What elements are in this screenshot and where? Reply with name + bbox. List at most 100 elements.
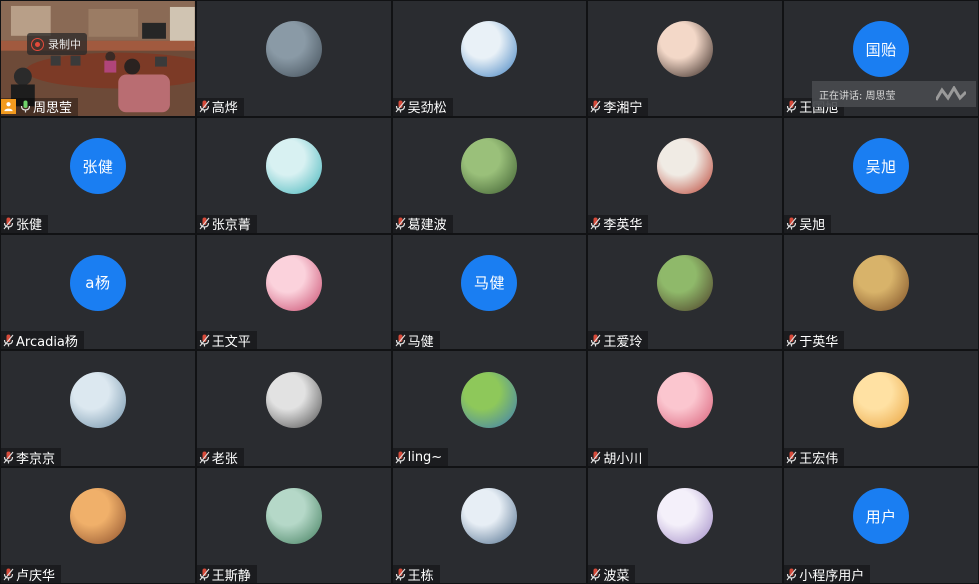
participant-tile[interactable]: 吴劲松 <box>392 1 587 116</box>
microphone-muted-icon <box>3 217 14 230</box>
recording-icon <box>31 37 44 51</box>
participant-tile[interactable]: a杨 Arcadia杨 <box>1 234 195 350</box>
garden-photo <box>461 138 518 194</box>
microphone-muted-icon <box>590 217 601 230</box>
participant-tile[interactable]: 于英华 <box>784 234 978 350</box>
microphone-muted-icon <box>199 217 210 230</box>
participant-tile[interactable]: 波菜 <box>588 468 783 583</box>
participant-name: 胡小川 <box>603 451 643 467</box>
participant-name: 李湘宁 <box>603 101 643 116</box>
participant-tile[interactable]: 胡小川 <box>588 351 783 467</box>
participant-namebar: ling~ <box>392 448 449 467</box>
participant-namebar: 王爱玲 <box>588 331 649 350</box>
autumn-hills-photo <box>69 488 126 545</box>
microphone-muted-icon <box>590 568 601 581</box>
participant-tile[interactable]: 卢庆华 <box>1 468 195 583</box>
elder-portrait-photo <box>265 371 322 428</box>
participant-namebar: 卢庆华 <box>1 565 62 584</box>
bamboo-photo <box>265 488 322 545</box>
portrait-photo <box>657 21 714 78</box>
participant-tile[interactable]: 马健 马健 <box>392 234 587 350</box>
participant-namebar: 吴劲松 <box>392 97 453 116</box>
participant-tile[interactable]: 王斯静 <box>196 468 391 583</box>
avatar-initials: 马健 <box>461 254 518 311</box>
microphone-muted-icon <box>199 334 210 347</box>
participant-tile[interactable]: 张健 张健 <box>1 117 195 233</box>
flower-photo <box>265 138 322 194</box>
rose-photo <box>657 371 714 428</box>
participant-name: 王栋 <box>407 568 434 584</box>
participant-tile[interactable]: 李湘宁 <box>588 1 783 116</box>
participant-namebar: 马健 <box>392 331 440 350</box>
microphone-muted-icon <box>590 334 601 347</box>
participant-namebar: 胡小川 <box>588 448 649 467</box>
cat-photo <box>853 254 910 311</box>
audio-wave-icon <box>936 86 966 101</box>
recording-label: 录制中 <box>48 38 81 51</box>
avatar-initials: a杨 <box>69 254 126 311</box>
microphone-muted-icon <box>590 100 601 113</box>
avatar-initials: 吴旭 <box>853 138 910 194</box>
participant-tile[interactable]: 用户 小程序用户 <box>784 468 978 583</box>
participant-name: 小程序用户 <box>799 568 865 584</box>
participant-tile[interactable]: 老张 <box>196 351 391 467</box>
participant-namebar: 葛建波 <box>392 214 453 233</box>
microphone-muted-icon <box>199 451 210 464</box>
participant-name: 王文平 <box>211 334 251 350</box>
participant-name: 马健 <box>407 334 434 350</box>
recording-badge: 录制中 <box>27 33 87 55</box>
microphone-muted-icon <box>395 217 406 230</box>
participant-name: 张健 <box>16 218 43 233</box>
participant-tile[interactable]: 王栋 <box>392 468 587 584</box>
participant-namebar: Arcadia杨 <box>1 331 84 350</box>
participant-tile[interactable]: 王爱玲 <box>588 234 783 350</box>
microphone-muted-icon <box>3 451 14 464</box>
participant-namebar: 李湘宁 <box>588 97 649 116</box>
participant-tile[interactable]: 吴旭 吴旭 <box>784 117 978 233</box>
participant-namebar: 老张 <box>196 448 244 467</box>
cartoon-house-photo <box>461 371 518 428</box>
participant-name: 于英华 <box>799 334 839 350</box>
participant-namebar: 王宏伟 <box>784 448 845 467</box>
participant-name: 周思莹 <box>33 101 73 116</box>
tree-photo <box>657 254 714 311</box>
participant-tile[interactable]: 高烨 <box>196 1 391 116</box>
participant-namebar: 波菜 <box>588 565 636 583</box>
participant-tile[interactable]: 李英华 <box>588 117 783 233</box>
participant-name: Arcadia杨 <box>16 334 78 350</box>
participant-name: 葛建波 <box>407 218 447 233</box>
participant-name: 吴劲松 <box>407 101 447 116</box>
snow-mountain-photo <box>461 488 518 545</box>
kitten-photo <box>853 371 910 428</box>
participant-name: 李英华 <box>603 218 643 233</box>
participant-name: 高烨 <box>211 101 238 116</box>
microphone-muted-icon <box>786 217 797 230</box>
microphone-muted-icon <box>395 100 406 113</box>
participant-namebar: 周思莹 <box>1 97 79 116</box>
toys-photo <box>657 138 714 194</box>
participant-namebar: 王栋 <box>392 565 440 584</box>
speaking-indicator: 正在讲话: 周思莹 <box>812 81 976 107</box>
avatar-initials: 国贻 <box>853 21 910 78</box>
host-icon <box>1 99 16 115</box>
blossom-photo <box>265 254 322 311</box>
microphone-muted-icon <box>3 334 14 347</box>
participant-tile-video[interactable]: 录制中 周思莹 <box>1 1 195 116</box>
participant-name: 张京菁 <box>211 218 251 233</box>
participant-tile[interactable]: 王宏伟 <box>784 351 978 467</box>
microphone-muted-icon <box>395 334 406 347</box>
participant-tile[interactable]: 葛建波 <box>392 117 587 233</box>
microphone-muted-icon <box>395 568 406 581</box>
participant-name: 王宏伟 <box>799 451 839 467</box>
microphone-muted-icon <box>395 451 406 464</box>
avatar-initials: 张健 <box>69 138 126 194</box>
foggy-figure-photo <box>265 21 322 78</box>
participant-tile[interactable]: 王文平 <box>196 234 391 350</box>
participant-name: 吴旭 <box>799 218 826 233</box>
participant-namebar: 王斯静 <box>196 565 257 583</box>
participant-tile[interactable]: 张京菁 <box>196 117 391 233</box>
participant-name: 卢庆华 <box>16 568 56 584</box>
participant-tile[interactable]: ling~ <box>392 351 587 467</box>
participant-tile[interactable]: 李京京 <box>1 351 195 467</box>
speaking-label: 正在讲话: 周思莹 <box>819 90 896 102</box>
